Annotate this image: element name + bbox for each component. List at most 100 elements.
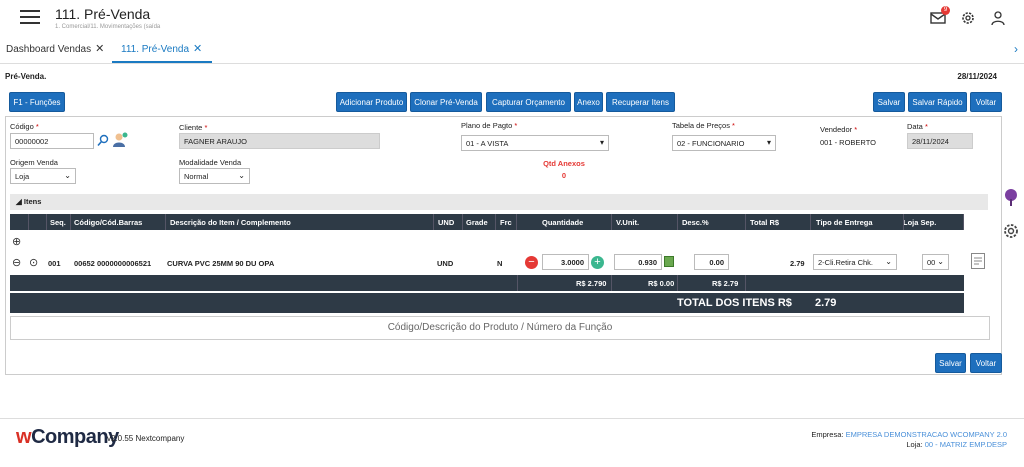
version-text: v2.0.55 Nextcompany [107,434,185,443]
top-bar: 111. Pré-Venda 1. Comercial/11. Moviment… [0,0,1024,36]
empresa-link[interactable]: EMPRESA DEMONSTRACAO WCOMPANY 2.0 [846,430,1007,439]
vendedor-label: Vendedor * [820,125,858,134]
codigo-label: Código * [10,122,39,131]
col-seq: Seq. [50,218,66,227]
user-icon[interactable] [990,10,1006,26]
discount-field[interactable]: 0.00 [694,254,729,270]
notification-badge: 9 [941,6,950,15]
vendedor-value: 001 - ROBERTO [820,138,876,147]
col-quantity: Quantidade [542,218,584,227]
chevron-right-icon[interactable]: › [1014,42,1018,56]
f1-functions-button[interactable]: F1 - Funções [9,92,65,112]
store-select[interactable]: 00 ⌄ [922,254,949,270]
chevron-down-icon: ⌄ [937,257,944,266]
tab-dashboard-vendas[interactable]: Dashboard Vendas ✕ [6,42,104,55]
store-value: 00 [927,258,936,267]
plano-value: 01 - A VISTA [466,139,509,148]
remove-row-icon[interactable]: ⊖ [12,256,21,269]
page-title: 111. Pré-Venda [55,6,151,22]
side-toolbar [998,186,1024,246]
search-icon[interactable] [97,134,109,152]
bottom-save-button[interactable]: Salvar [935,353,966,373]
user-add-icon[interactable] [111,131,129,154]
tree-icon[interactable] [1002,188,1020,213]
col-delivery: Tipo de Entrega [816,218,873,227]
col-discount: Desc.% [682,218,709,227]
add-row-icon[interactable]: ⊕ [12,235,21,248]
modalidade-value: Normal [184,172,209,181]
anexos-label: Qtd Anexos [543,159,585,168]
plano-select[interactable]: 01 - A VISTA ▾ [461,135,609,151]
modalidade-select[interactable]: Normal ⌄ [179,168,250,184]
row-description: CURVA PVC 25MM 90 DU OPA [167,259,275,268]
loja-link[interactable]: 00 - MATRIZ EMP.DESP [925,440,1007,449]
bottom-back-button[interactable]: Voltar [970,353,1002,373]
clone-button[interactable]: Clonar Pré-Venda [410,92,482,112]
gear-icon[interactable] [960,10,976,26]
more-options-icon[interactable]: ⊙ [29,256,38,269]
col-total: Total R$ [750,218,780,227]
collapse-icon: ◢ [16,197,24,206]
delivery-value: 2-Cli.Retira Chk. [818,258,874,267]
loja-label: Loja: [906,440,923,449]
decrease-quantity-button[interactable]: − [525,256,538,269]
origem-value: Loja [15,172,30,181]
sum-quantity: R$ 2.790 [576,279,607,288]
data-label: Data * [907,122,928,131]
increase-quantity-button[interactable]: + [591,256,604,269]
origem-select[interactable]: Loja ⌄ [10,168,76,184]
chevron-down-icon: ⌄ [64,171,71,180]
tab-bar: Dashboard Vendas ✕ 111. Pré-Venda ✕ [0,36,1024,64]
back-button[interactable]: Voltar [970,92,1002,112]
chevron-down-icon: ⌄ [885,257,892,266]
col-code: Código/Cód.Barras [74,218,143,227]
tabela-label: Tabela de Preços * [672,121,735,130]
mail-icon[interactable]: 9 [930,6,950,26]
note-icon[interactable] [971,253,985,269]
anexos-value: 0 [561,171,567,180]
product-search-input[interactable]: Código/Descrição do Produto / Número da … [10,316,990,340]
save-quick-button[interactable]: Salvar Rápido [908,92,967,112]
unit-price-field[interactable]: 0.930 [614,254,662,270]
tabela-value: 02 - FUNCIONARIO [677,139,745,148]
plano-label: Plano de Pagto * [461,121,518,130]
attach-button[interactable]: Anexo [574,92,603,112]
chevron-down-icon: ▾ [599,138,604,147]
quantity-field[interactable]: 3.0000 [542,254,589,270]
items-title: Itens [23,197,42,206]
sum-total: R$ 2.79 [712,279,739,288]
chevron-down-icon: ▾ [766,138,771,147]
company-info: Empresa: EMPRESA DEMONSTRACAO WCOMPANY 2… [811,430,1007,450]
hamburger-icon[interactable] [20,10,40,24]
data-field[interactable]: 28/11/2024 [907,133,973,149]
row-code: 00652 0000000006521 [74,259,152,268]
close-icon[interactable]: ✕ [95,43,104,55]
codigo-field[interactable]: 00000002 [10,133,94,149]
tab-pre-venda[interactable]: 111. Pré-Venda ✕ [121,42,202,55]
delivery-select[interactable]: 2-Cli.Retira Chk. ⌄ [813,254,897,270]
tab-label: Dashboard Vendas [6,44,92,55]
close-icon[interactable]: ✕ [193,43,202,55]
recover-items-button[interactable]: Recuperar Itens [606,92,675,112]
active-tab-indicator [112,61,212,63]
cliente-field[interactable]: FAGNER ARAUJO [179,133,380,149]
row-total: 2.79 [790,259,805,268]
save-button[interactable]: Salvar [873,92,905,112]
sum-unit: R$ 0.00 [648,279,675,288]
row-frc: N [497,259,503,268]
tabela-select[interactable]: 02 - FUNCIONARIO ▾ [672,135,776,151]
capture-quote-button[interactable]: Capturar Orçamento [486,92,571,112]
add-product-button[interactable]: Adicionar Produto [336,92,407,112]
gear-icon[interactable] [1002,222,1020,245]
page-heading: Pré-Venda. [5,72,47,81]
breadcrumb: 1. Comercial/11. Movimentações (saída [55,24,161,30]
col-frc: Frc [500,218,512,227]
calculator-icon[interactable] [664,256,674,267]
grand-total-label: TOTAL DOS ITENS R$ [677,297,792,309]
row-und: UND [437,259,454,268]
col-unit-price: V.Unit. [616,218,640,227]
wcompany-logo: wCompany [16,426,119,448]
col-grade: Grade [466,218,488,227]
empresa-label: Empresa: [811,430,844,439]
items-section-header[interactable]: ◢ Itens [10,194,988,210]
